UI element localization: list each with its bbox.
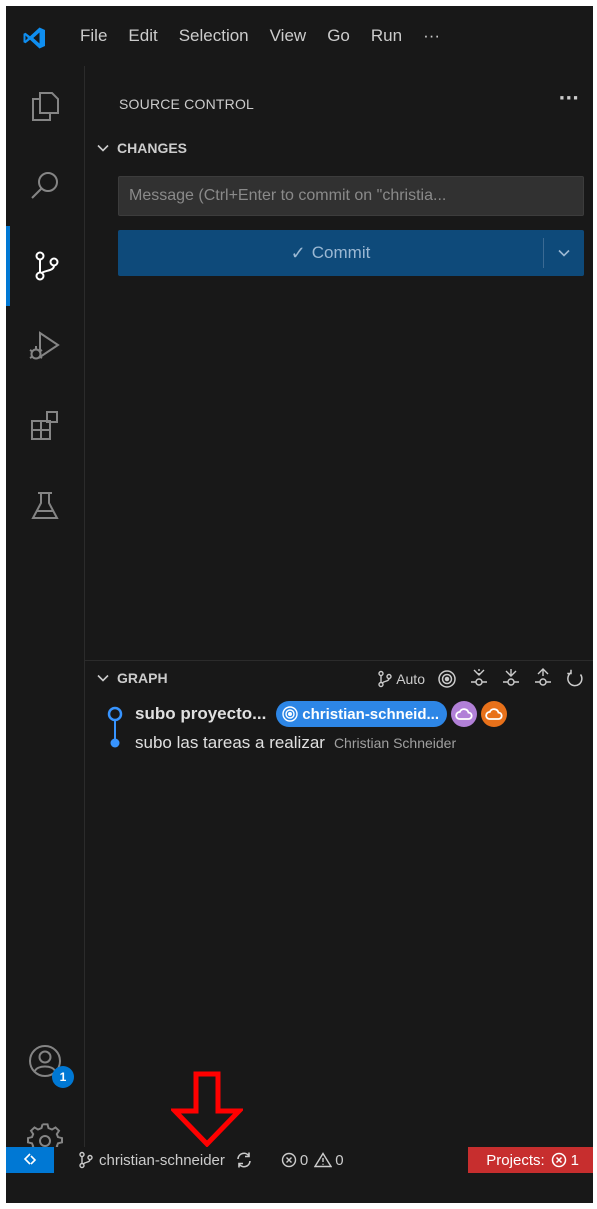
- graph-pull-button[interactable]: [501, 668, 521, 690]
- menu-file[interactable]: File: [80, 26, 107, 46]
- sync-icon: [235, 1151, 253, 1169]
- activity-testing[interactable]: [6, 466, 84, 546]
- title-bar: File Edit Selection View Go Run ···: [6, 6, 593, 66]
- activity-run-debug[interactable]: [6, 306, 84, 386]
- source-control-icon: [30, 249, 64, 283]
- commit-message: subo proyecto...: [135, 704, 267, 723]
- error-icon: [281, 1152, 300, 1168]
- menu-run[interactable]: Run: [371, 26, 402, 46]
- remote-indicator-button[interactable]: [6, 1147, 54, 1173]
- refresh-icon: [565, 669, 585, 689]
- graph-section-header[interactable]: GRAPH: [95, 670, 168, 686]
- activity-extensions[interactable]: [6, 386, 84, 466]
- branch-icon: [377, 670, 393, 688]
- activity-bar: 1: [6, 66, 85, 1157]
- menu-more[interactable]: ···: [423, 26, 440, 46]
- commit-message-input[interactable]: [118, 176, 584, 216]
- activity-search[interactable]: [6, 146, 84, 226]
- chevron-down-icon: [556, 245, 572, 261]
- warning-count: 0: [335, 1151, 344, 1169]
- status-bar: christian-schneider 0 0 Projects: 1: [6, 1147, 593, 1173]
- changes-section-header[interactable]: CHANGES: [95, 140, 187, 156]
- commit-button[interactable]: ✓ Commit: [118, 230, 584, 276]
- graph-toolbar: Auto: [365, 662, 585, 696]
- menu-go[interactable]: Go: [327, 26, 350, 46]
- graph-auto-branch-button[interactable]: Auto: [377, 670, 425, 688]
- status-sync[interactable]: [235, 1151, 253, 1169]
- changes-header-label: CHANGES: [117, 140, 188, 156]
- error-icon: [545, 1152, 571, 1168]
- activity-accounts[interactable]: [6, 1021, 84, 1101]
- run-debug-icon: [27, 328, 63, 364]
- commit-dropdown-button[interactable]: [544, 245, 584, 261]
- check-icon: ✓: [290, 242, 306, 263]
- branch-icon: [78, 1151, 99, 1169]
- status-problems[interactable]: 0 0: [281, 1152, 344, 1169]
- graph-push-button[interactable]: [533, 668, 553, 690]
- push-icon: [533, 668, 553, 690]
- branch-badge[interactable]: christian-schneid...: [276, 701, 447, 727]
- graph-fetch-button[interactable]: [469, 668, 489, 690]
- commit-label: Commit: [311, 243, 371, 262]
- extensions-icon: [28, 409, 62, 443]
- branch-badge-label: christian-schneid...: [302, 705, 439, 723]
- cloud-icon: [455, 707, 473, 721]
- remote-badge-orange[interactable]: [481, 701, 507, 727]
- status-branch-label: christian-schneider: [99, 1151, 225, 1169]
- vscode-window: File Edit Selection View Go Run ··· 1 SO…: [6, 6, 593, 1203]
- projects-label: Projects:: [486, 1151, 545, 1169]
- activity-explorer[interactable]: [6, 66, 84, 146]
- status-projects-error[interactable]: Projects: 1: [468, 1147, 593, 1173]
- target-icon: [437, 669, 457, 689]
- explorer-icon: [28, 89, 62, 123]
- graph-divider: [85, 660, 593, 661]
- graph-refresh-button[interactable]: [565, 669, 585, 689]
- graph-target-button[interactable]: [437, 669, 457, 689]
- menu-edit[interactable]: Edit: [128, 26, 157, 46]
- graph-auto-label: Auto: [396, 671, 425, 687]
- vscode-logo-icon: [22, 26, 46, 50]
- remote-icon: [21, 1152, 39, 1168]
- commit-author: Christian Schneider: [333, 735, 457, 751]
- projects-error-count: 1: [570, 1151, 579, 1169]
- fetch-icon: [469, 668, 489, 690]
- pull-icon: [501, 668, 521, 690]
- commit-action[interactable]: ✓ Commit: [118, 243, 543, 264]
- graph-header-label: GRAPH: [117, 670, 168, 686]
- search-icon: [28, 169, 62, 203]
- menu-bar: File Edit Selection View Go Run ···: [80, 6, 461, 66]
- cloud-icon: [485, 707, 503, 721]
- target-icon: [281, 705, 302, 723]
- graph-commit-row[interactable]: subo las tareas a realizar Christian Sch…: [85, 729, 593, 757]
- warning-icon: [308, 1152, 335, 1168]
- accounts-badge: 1: [52, 1066, 74, 1088]
- activity-source-control[interactable]: [6, 226, 84, 306]
- source-control-view: SOURCE CONTROL ··· CHANGES ✓ Commit: [85, 66, 593, 1147]
- remote-badge-purple[interactable]: [451, 701, 477, 727]
- error-count: 0: [299, 1151, 309, 1169]
- status-branch[interactable]: christian-schneider: [78, 1151, 225, 1169]
- annotation-arrow-icon: [171, 1071, 243, 1147]
- commit-message: subo las tareas a realizar: [135, 733, 325, 752]
- testing-icon: [28, 489, 62, 523]
- menu-selection[interactable]: Selection: [179, 26, 249, 46]
- menu-view[interactable]: View: [270, 26, 307, 46]
- view-title: SOURCE CONTROL: [119, 96, 255, 112]
- chevron-down-icon: [95, 670, 111, 686]
- chevron-down-icon: [95, 140, 111, 156]
- view-more-actions[interactable]: ···: [558, 88, 579, 109]
- graph-commit-row[interactable]: subo proyecto... christian-schneid...: [85, 700, 593, 728]
